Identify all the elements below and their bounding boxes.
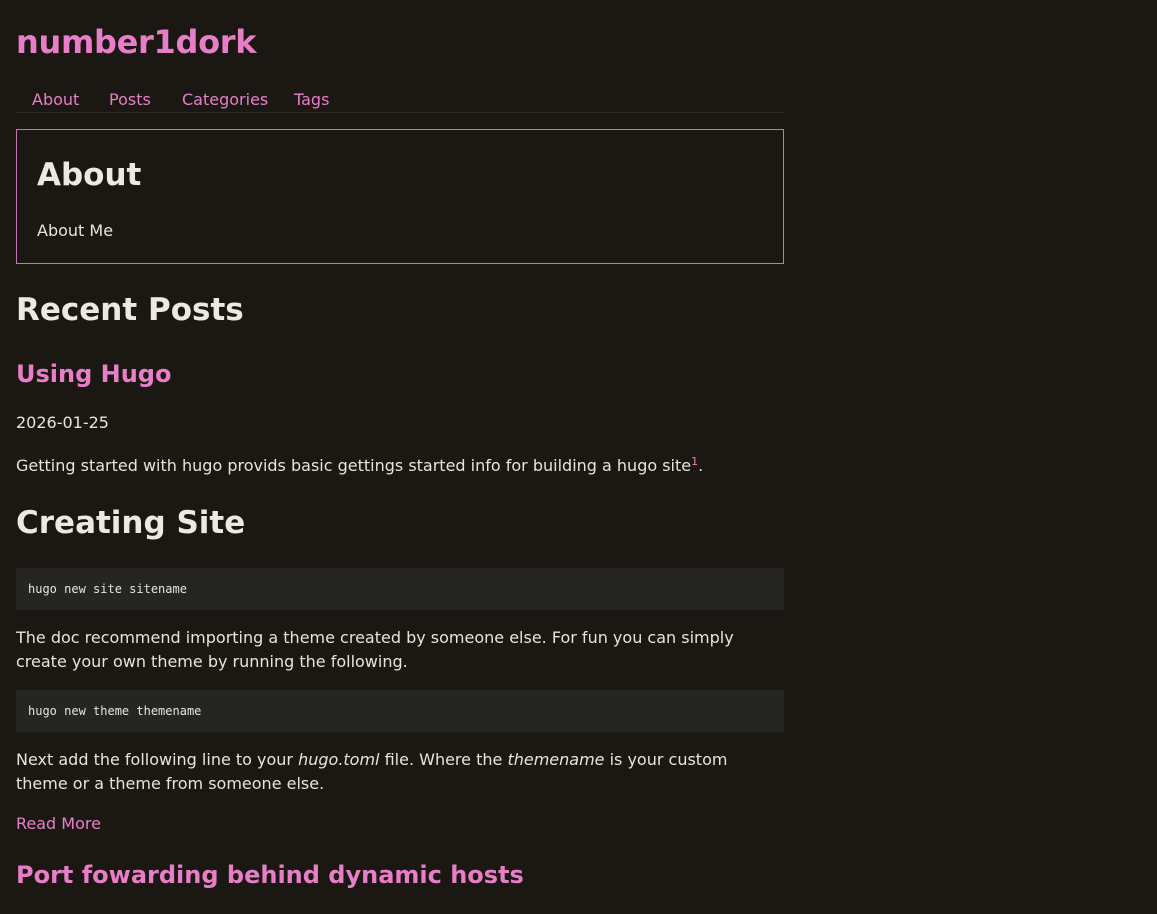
nav-item-categories[interactable]: Categories [182,88,268,112]
post-title-using-hugo[interactable]: Using Hugo [16,358,171,390]
about-me-text: About Me [37,221,114,240]
nav-item-about[interactable]: About [32,88,79,112]
post-intro: Getting started with hugo provids basic … [16,454,784,478]
post-date: 2026-01-25 [16,413,109,432]
post-intro-text: Getting started with hugo provids basic … [16,456,692,475]
site-title-link[interactable]: number1dork [16,22,257,62]
paragraph: Next add the following line to your hugo… [16,748,784,796]
paragraph: The doc recommend importing a theme crea… [16,628,734,671]
read-more-link[interactable]: Read More [16,813,101,835]
code-block: hugo new theme themename [16,690,784,732]
code-text: hugo new site sitename [28,582,187,596]
paragraph-text: file. Where the [379,750,508,769]
nav-item-tags[interactable]: Tags [294,88,329,112]
code-block: hugo new site sitename [16,568,784,610]
page: number1dork About Posts Categories Tags … [0,0,1157,914]
post-intro-end: . [698,456,704,475]
recent-posts-heading: Recent Posts [16,292,244,328]
post-title-port-forwarding[interactable]: Port fowarding behind dynamic hosts [16,859,524,891]
nav-item-posts[interactable]: Posts [109,88,151,112]
paragraph-text: Next add the following line to your [16,750,299,769]
section-heading-creating-site: Creating Site [16,505,246,541]
emphasis-text: hugo.toml [298,750,380,769]
about-heading: About [37,157,142,193]
main-nav: About Posts Categories Tags [16,88,784,113]
emphasis-text: themename [507,750,605,769]
code-text: hugo new theme themename [28,704,202,718]
about-box: About About Me [16,129,784,264]
